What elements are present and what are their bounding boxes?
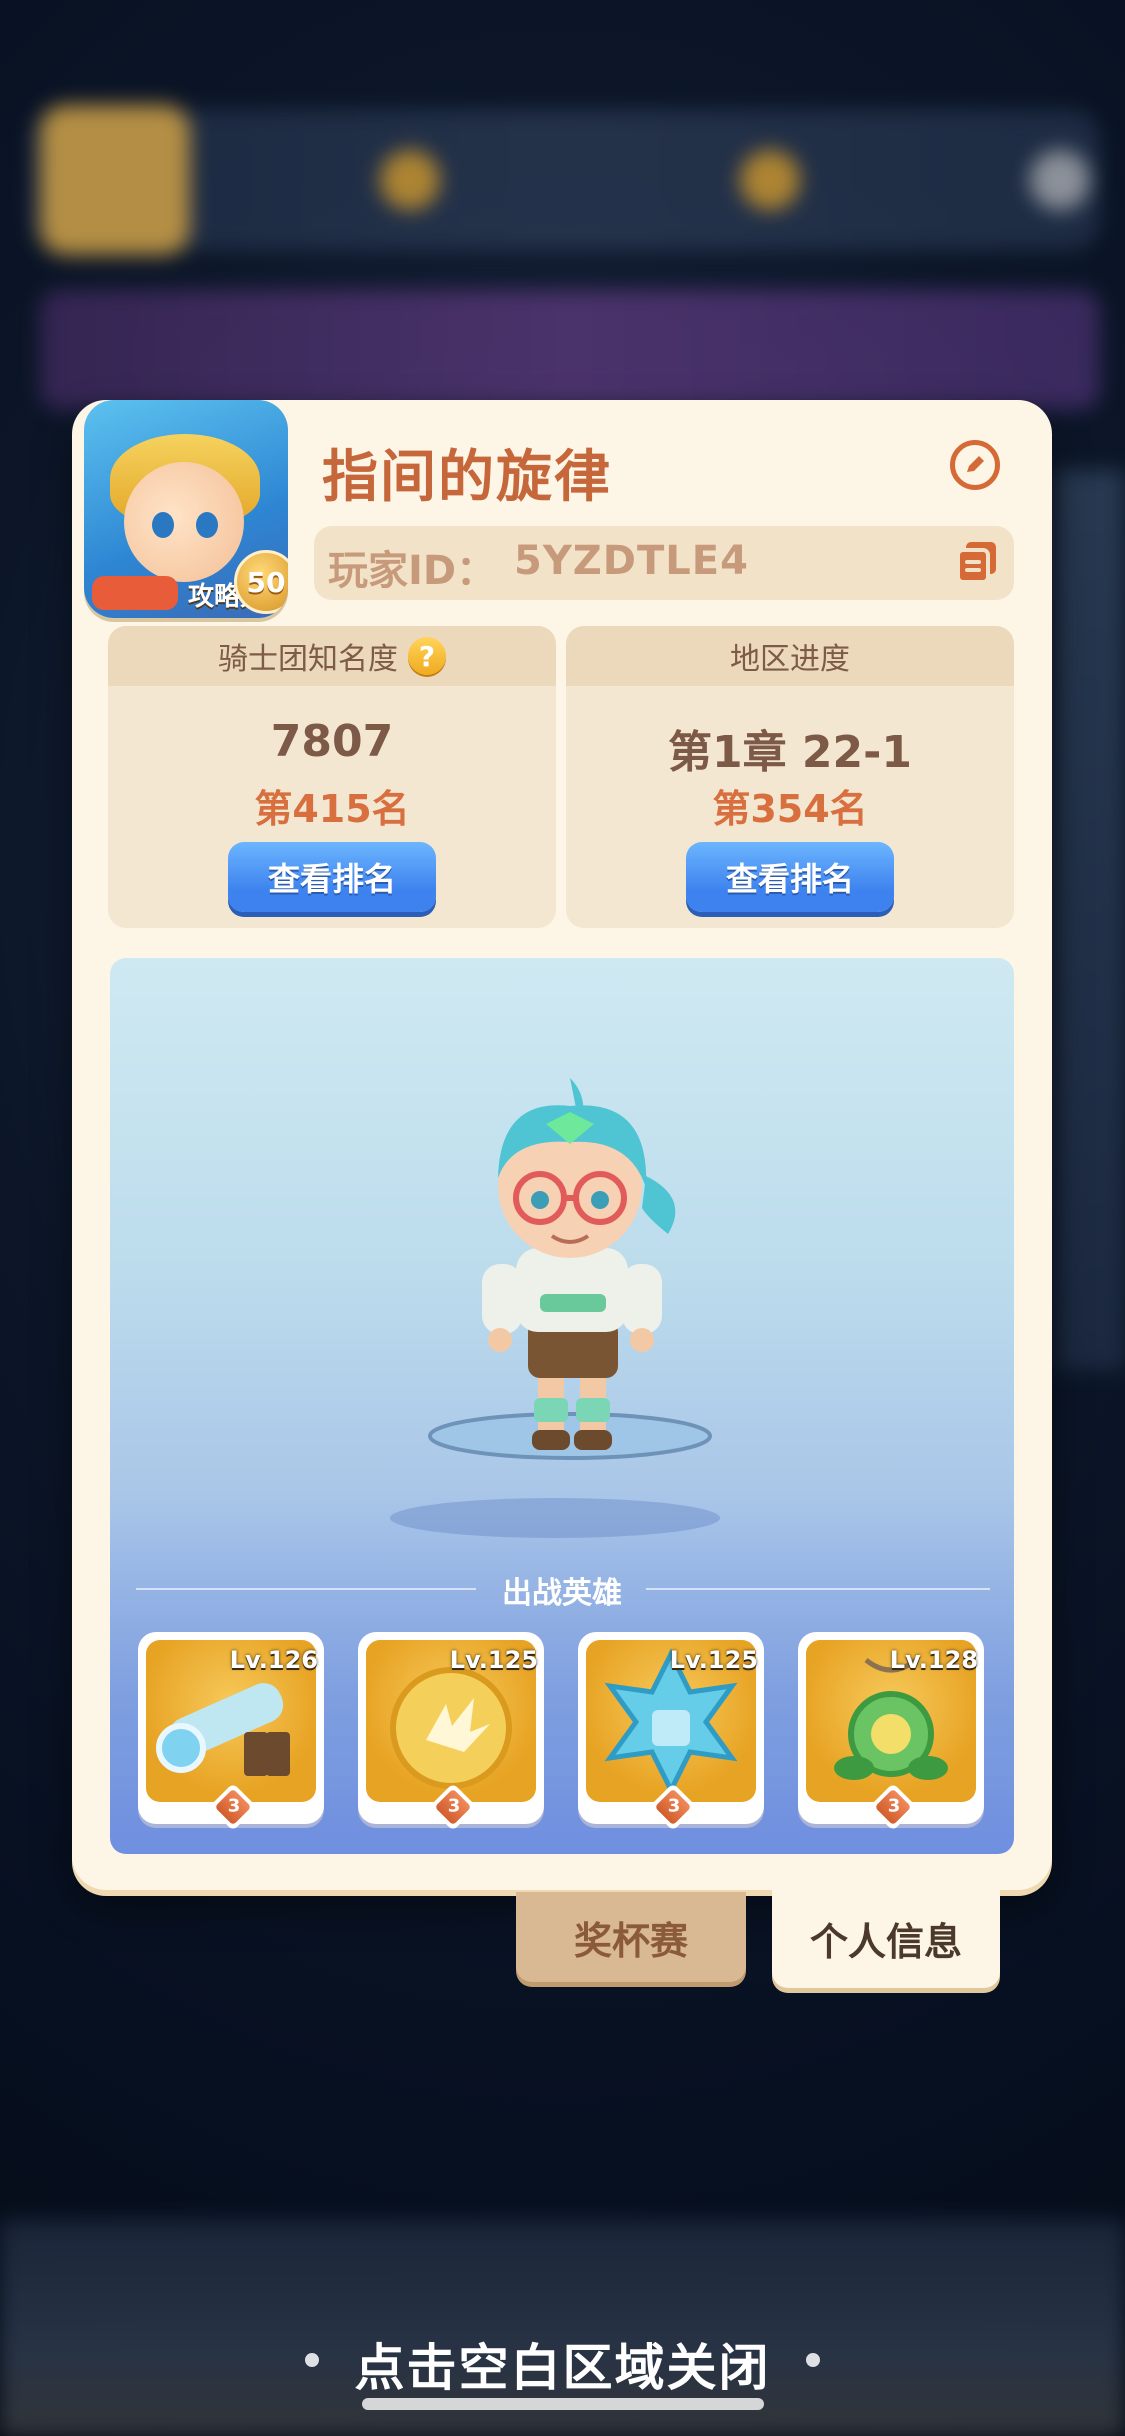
hero-shadow bbox=[390, 1498, 720, 1538]
bg-banner bbox=[40, 290, 1100, 410]
avatar-face bbox=[124, 462, 244, 582]
region-progress-title: 地区进度 bbox=[730, 642, 850, 677]
section-divider bbox=[646, 1588, 990, 1590]
bg-resource-icon bbox=[380, 150, 440, 210]
hero-slot-3[interactable]: Lv.125 3 bbox=[578, 1632, 764, 1832]
region-progress-value: 第1章 22-1 bbox=[667, 727, 913, 778]
bg-side-panel bbox=[1055, 470, 1125, 1370]
fame-stat-header: 骑士团知名度 ? bbox=[108, 626, 556, 686]
region-progress-header: 地区进度 bbox=[566, 626, 1014, 686]
fame-rank: 第415名 bbox=[254, 787, 410, 831]
fame-stat-title: 骑士团知名度 bbox=[218, 642, 398, 677]
player-id-value: 5YZDTLE4 bbox=[514, 538, 749, 584]
hero-level: Lv.125 bbox=[669, 1646, 758, 1674]
hero-level: Lv.125 bbox=[449, 1646, 538, 1674]
deployed-heroes-title: 出战英雄 bbox=[502, 1576, 622, 1611]
fame-value: 7807 bbox=[270, 716, 394, 767]
region-progress-rank: 第354名 bbox=[712, 787, 868, 831]
player-id-label: 玩家ID： bbox=[328, 548, 497, 594]
bg-resource-icon bbox=[740, 150, 800, 210]
hero-slot-4[interactable]: Lv.128 3 bbox=[798, 1632, 984, 1832]
fame-stat-box: 骑士团知名度 ? 7807 第415名 查看排名 bbox=[108, 626, 556, 928]
avatar-eye bbox=[152, 512, 174, 538]
edit-name-button[interactable] bbox=[950, 440, 1000, 490]
help-icon[interactable]: ? bbox=[408, 637, 446, 675]
player-id-bar: 玩家ID： 5YZDTLE4 bbox=[314, 526, 1014, 600]
home-indicator[interactable] bbox=[362, 2398, 764, 2410]
hero-slot-1[interactable]: Lv.126 3 bbox=[138, 1632, 324, 1832]
region-progress-box: 地区进度 第1章 22-1 第354名 查看排名 bbox=[566, 626, 1014, 928]
controller-icon bbox=[92, 576, 178, 610]
hero-level: Lv.126 bbox=[229, 1646, 318, 1674]
tab-personal-info[interactable]: 个人信息 bbox=[772, 1888, 1000, 1988]
hero-character-model[interactable] bbox=[420, 1058, 720, 1488]
pencil-icon bbox=[967, 456, 984, 472]
bg-resource-icon bbox=[1030, 150, 1090, 210]
tab-trophy-match[interactable]: 奖杯赛 bbox=[516, 1892, 746, 1982]
copy-id-button[interactable] bbox=[954, 538, 1000, 586]
bg-top-bar bbox=[30, 110, 1100, 250]
player-name: 指间的旋律 bbox=[322, 445, 612, 510]
player-avatar[interactable]: 攻略大 50 bbox=[84, 400, 288, 618]
avatar-eye bbox=[196, 512, 218, 538]
hero-showcase: 出战英雄 Lv.126 3 Lv.125 3 Lv.125 3 Lv.128 3 bbox=[110, 958, 1014, 1854]
bg-avatar bbox=[40, 105, 190, 255]
close-hint: 点击空白区域关闭 bbox=[354, 2339, 771, 2397]
hint-dot bbox=[806, 2353, 820, 2367]
copy-icon bbox=[956, 542, 996, 584]
view-fame-ranking-button[interactable]: 查看排名 bbox=[228, 842, 436, 912]
hero-level: Lv.128 bbox=[889, 1646, 978, 1674]
view-region-ranking-button[interactable]: 查看排名 bbox=[686, 842, 894, 912]
hero-slot-2[interactable]: Lv.125 3 bbox=[358, 1632, 544, 1832]
